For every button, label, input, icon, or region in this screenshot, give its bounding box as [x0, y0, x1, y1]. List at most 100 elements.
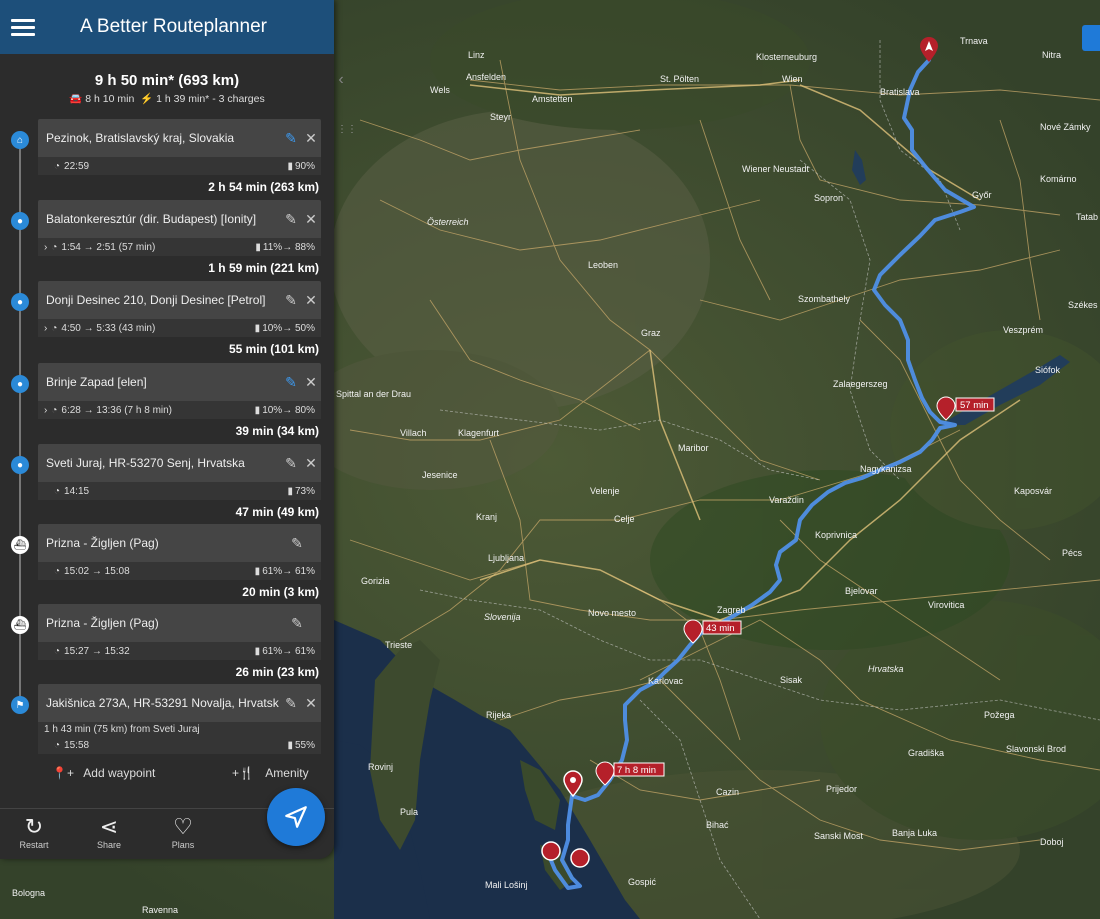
edit-icon[interactable]: ✎: [281, 695, 301, 712]
map-place: Veszprém: [1003, 325, 1043, 335]
map-place: St. Pölten: [660, 74, 699, 84]
app-title: A Better Routeplanner: [80, 16, 267, 37]
map-place: Bihać: [706, 820, 729, 830]
edit-icon[interactable]: ✎: [287, 535, 307, 552]
edit-icon[interactable]: ✎: [287, 615, 307, 632]
stop-time: 6:28 → 13:36 (7 h 8 min): [61, 404, 173, 416]
stop-note: 1 h 43 min (75 km) from Sveti Juraj: [44, 723, 200, 735]
close-icon[interactable]: ✕: [301, 211, 321, 228]
stop-card[interactable]: Prizna - Žigljen (Pag) ✎ ◔ 15:27 → 15:32…: [38, 604, 321, 660]
map-place: Komárno: [1040, 174, 1077, 184]
edit-icon[interactable]: ✎: [281, 374, 301, 391]
collapse-panel-icon[interactable]: ‹: [334, 60, 348, 100]
map-place: Cazin: [716, 787, 739, 797]
map-place: Amstetten: [532, 94, 573, 104]
stop-card[interactable]: Pezinok, Bratislavský kraj, Slovakia ✎ ✕…: [38, 119, 321, 175]
stop-card[interactable]: Prizna - Žigljen (Pag) ✎ ◔ 15:02 → 15:08…: [38, 524, 321, 580]
close-icon[interactable]: ✕: [301, 695, 321, 712]
add-waypoint-label: Add waypoint: [83, 766, 156, 780]
stop-card[interactable]: Sveti Juraj, HR-53270 Senj, Hrvatska ✎ ✕…: [38, 444, 321, 500]
stop-battery: 90%: [294, 160, 315, 172]
map-place: Győr: [972, 190, 992, 200]
navigate-button[interactable]: [267, 788, 325, 846]
route-summary: 9 h 50 min* (693 km) 🚘 8 h 10 min ⚡ 1 h …: [0, 54, 334, 122]
close-icon[interactable]: ✕: [301, 455, 321, 472]
stop-card[interactable]: Jakišnica 273A, HR-53291 Novalja, Hrvats…: [38, 684, 321, 754]
close-icon[interactable]: ✕: [301, 292, 321, 309]
ferry-icon: ⛴: [11, 536, 29, 554]
battery-icon: ▮: [254, 565, 261, 577]
map-place: Nitra: [1042, 50, 1061, 60]
map-place: Wiener Neustadt: [742, 164, 810, 174]
chevron-right-icon[interactable]: ›: [44, 242, 47, 253]
map-place: Steyr: [490, 112, 511, 122]
route-panel: A Better Routeplanner 9 h 50 min* (693 k…: [0, 0, 334, 859]
map-place: Wien: [782, 74, 803, 84]
stop-name: Prizna - Žigljen (Pag): [46, 536, 159, 550]
stop-time: 4:50 → 5:33 (43 min): [61, 322, 156, 334]
edit-icon[interactable]: ✎: [281, 455, 301, 472]
chevron-right-icon[interactable]: ›: [44, 323, 47, 334]
clock-icon: ◔: [54, 739, 61, 751]
car-icon: 🚘: [69, 93, 83, 105]
stop-battery: 61%→ 61%: [262, 565, 315, 577]
map-place: Koprivnica: [815, 530, 857, 540]
plans-button[interactable]: ♡ Plans: [158, 814, 208, 850]
map-place: Velenje: [590, 486, 620, 496]
stop-card[interactable]: Donji Desinec 210, Donji Desinec [Petrol…: [38, 281, 321, 337]
navigation-arrow-icon: [285, 806, 307, 828]
leg-duration: 1 h 59 min (221 km): [208, 261, 319, 275]
map-place: Zagreb: [717, 605, 746, 615]
map-place: Novo mesto: [588, 608, 636, 618]
drag-handle-icon[interactable]: ⋮⋮: [337, 124, 357, 135]
edit-icon[interactable]: ✎: [281, 130, 301, 147]
stop-time: 15:27 → 15:32: [64, 645, 130, 657]
chevron-right-icon[interactable]: ›: [44, 405, 47, 416]
share-button[interactable]: ⋖ Share: [84, 814, 134, 850]
leg-duration: 20 min (3 km): [242, 585, 319, 599]
stop-name: Pezinok, Bratislavský kraj, Slovakia: [46, 131, 235, 145]
bolt-icon: ⚡: [140, 93, 154, 105]
add-waypoint-button[interactable]: 📍+ Add waypoint: [52, 766, 155, 780]
map-place: Gorizia: [361, 576, 390, 586]
stop-card[interactable]: Balatonkeresztúr (dir. Budapest) [Ionity…: [38, 200, 321, 256]
edit-icon[interactable]: ✎: [281, 211, 301, 228]
map-place: Sisak: [780, 675, 803, 685]
leg-duration: 2 h 54 min (263 km): [208, 180, 319, 194]
map-place: Gospić: [628, 877, 657, 887]
map-place: Ravenna: [142, 905, 178, 915]
stop-battery: 61%→ 61%: [262, 645, 315, 657]
map-place: Bratislava: [880, 87, 920, 97]
close-icon[interactable]: ✕: [301, 130, 321, 147]
location-pin-icon: ●: [11, 456, 29, 474]
map-control-button[interactable]: [1082, 25, 1100, 51]
map-place: Székes: [1068, 300, 1098, 310]
restart-icon: ↻: [24, 814, 44, 839]
map-place: Leoben: [588, 260, 618, 270]
edit-icon[interactable]: ✎: [281, 292, 301, 309]
share-label: Share: [96, 840, 122, 850]
map-place: Sanski Most: [814, 831, 864, 841]
map-place: Nagykanizsa: [860, 464, 912, 474]
home-icon: ⌂: [11, 131, 29, 149]
restart-label: Restart: [19, 840, 49, 850]
map-place: Rovinj: [368, 762, 393, 772]
map-place: Varaždin: [769, 495, 804, 505]
stop-name: Balatonkeresztúr (dir. Budapest) [Ionity…: [46, 212, 257, 226]
amenity-label: Amenity: [265, 766, 309, 780]
restaurant-icon: +🍴: [232, 766, 254, 780]
amenity-button[interactable]: +🍴 Amenity: [232, 766, 309, 780]
map-place: Banja Luka: [892, 828, 937, 838]
charge-label: 7 h 8 min: [617, 765, 656, 776]
map-place: Pécs: [1062, 548, 1083, 558]
stop-card[interactable]: Brinje Zapad [elen] ✎ ✕ › ◔ 6:28 → 13:36…: [38, 363, 321, 419]
add-location-icon: 📍+: [52, 766, 74, 780]
restart-button[interactable]: ↻ Restart: [9, 814, 59, 850]
map-place: Sopron: [814, 193, 843, 203]
menu-icon[interactable]: [11, 15, 35, 40]
map-place: Klagenfurt: [458, 428, 500, 438]
app-bar: A Better Routeplanner: [0, 0, 334, 54]
map-place: Maribor: [678, 443, 709, 453]
stop-time: 1:54 → 2:51 (57 min): [61, 241, 156, 253]
close-icon[interactable]: ✕: [301, 374, 321, 391]
